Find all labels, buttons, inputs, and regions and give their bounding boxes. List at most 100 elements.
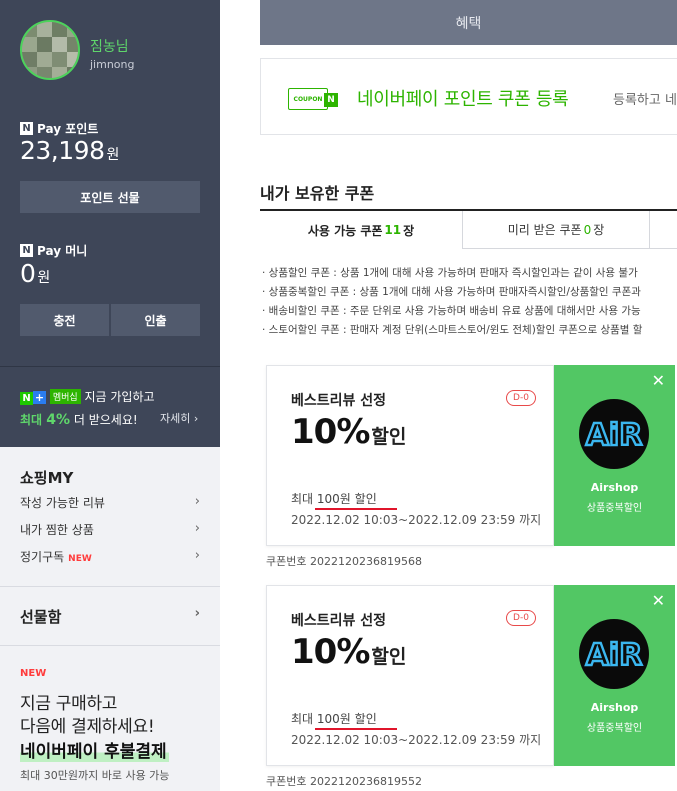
tab-usable-coupons[interactable]: 사용 가능 쿠폰 11 장	[260, 211, 462, 249]
coupon-type: 상품중복할인	[586, 723, 643, 734]
tab-label: 사용 가능 쿠폰	[307, 223, 383, 238]
coupon-register-desc: 등록하고 네	[613, 93, 677, 108]
svg-text:AiR: AiR	[586, 418, 643, 453]
coupon-rate: 10% 할인	[291, 412, 406, 452]
coupon-rate-label: 할인	[371, 646, 407, 668]
divider	[0, 366, 220, 367]
svg-text:AiR: AiR	[586, 638, 643, 673]
tab-label: 미리 받은 쿠폰	[507, 223, 582, 237]
sidebar-item-label: 정기구독	[20, 550, 65, 564]
coupon-register-title: 네이버페이 포인트 쿠폰 등록	[357, 89, 569, 110]
membership-pct: 4%	[46, 412, 71, 428]
note-item: · 상품중복할인 쿠폰 : 상품 1개에 대해 사용 가능하며 판매자즉시할인/…	[262, 286, 641, 298]
dday-badge: D-0	[506, 390, 536, 406]
membership-suffix: 더 받으세요!	[70, 413, 138, 427]
membership-line1: 지금 가입하고	[84, 390, 155, 404]
tab-count: 0	[583, 222, 592, 237]
airshop-logo-icon: AiR	[579, 619, 649, 689]
coupon-rate: 10% 할인	[291, 632, 406, 672]
withdraw-button[interactable]: 인출	[111, 304, 200, 336]
membership-prefix: 최대	[20, 413, 47, 427]
naver-n-icon: N	[324, 93, 338, 107]
chevron-right-icon: ›	[194, 548, 200, 563]
shopping-my-title: 쇼핑MY	[20, 469, 74, 487]
pay-points-unit: 원	[106, 147, 120, 163]
tab-count: 11	[384, 223, 402, 237]
avatar[interactable]	[20, 20, 80, 80]
coupon-max: 최대 100원 할인	[291, 712, 377, 726]
coupon-rate-value: 10%	[291, 632, 370, 672]
page: 짐농님 jimnong N Pay 포인트 23,198 원 포인트 선물 N P…	[0, 0, 677, 791]
store-name: Airshop	[590, 701, 639, 714]
sidebar-item-label: 내가 찜한 상품	[20, 523, 94, 537]
pay-points-amount: 23,198 원	[20, 136, 119, 165]
divider	[0, 586, 220, 587]
tab-benefit[interactable]: 혜택	[260, 0, 677, 45]
divider	[0, 645, 220, 646]
store-card[interactable]: ✕ AiR Airshop 상품중복할인	[554, 585, 675, 766]
promo-subtext: 최대 30만원까지 바로 사용 가능	[20, 769, 170, 782]
coupon-icon: COUPON N	[288, 88, 338, 110]
tab-unit: 장	[593, 223, 605, 237]
pay-points-label-text: Pay 포인트	[37, 122, 99, 136]
sidebar-item-label: 작성 가능한 리뷰	[20, 496, 105, 510]
pay-points-value: 23,198	[20, 136, 105, 165]
chevron-right-icon: ›	[194, 494, 200, 509]
sidebar-account-panel: 짐농님 jimnong N Pay 포인트 23,198 원 포인트 선물 N P…	[0, 0, 220, 447]
note-item: · 스토어할인 쿠폰 : 판매자 계정 단위(스마트스토어/윈도 전체)할인 쿠…	[262, 324, 643, 336]
close-icon[interactable]: ✕	[652, 373, 665, 389]
promo-line2[interactable]: 다음에 결제하세요!	[20, 712, 155, 737]
membership-badge: 멤버십	[49, 389, 81, 404]
close-icon[interactable]: ✕	[652, 593, 665, 609]
tab-unit: 장	[403, 223, 415, 238]
plus-icon: +	[33, 391, 46, 404]
coupon-number: 쿠폰번호 2022120236819552	[266, 775, 422, 788]
coupon-ticket-icon: COUPON	[288, 88, 328, 110]
store-name: Airshop	[590, 481, 639, 494]
pay-money-label: N Pay 머니	[20, 242, 87, 259]
pay-money-unit: 원	[37, 270, 51, 286]
tab-more[interactable]	[649, 211, 677, 249]
naver-pay-icon: N	[20, 122, 33, 135]
sidebar: 짐농님 jimnong N Pay 포인트 23,198 원 포인트 선물 N P…	[0, 0, 220, 791]
coupon-type: 상품중복할인	[586, 503, 643, 514]
membership-detail-link[interactable]: 자세히 ›	[160, 410, 198, 426]
tab-received-coupons[interactable]: 미리 받은 쿠폰 0장	[462, 211, 649, 249]
sidebar-item-reviews[interactable]: 작성 가능한 리뷰 ›	[20, 494, 200, 511]
promo-new-badge: NEW	[20, 668, 47, 679]
coupon-register-banner[interactable]: COUPON N 네이버페이 포인트 쿠폰 등록 등록하고 네	[260, 58, 677, 135]
red-underline-annotation	[315, 728, 397, 730]
store-card[interactable]: ✕ AiR Airshop 상품중복할인	[554, 365, 675, 546]
note-item: · 상품할인 쿠폰 : 상품 1개에 대해 사용 가능하며 판매자 즉시할인과는…	[262, 267, 638, 279]
coupon-max: 최대 100원 할인	[291, 492, 377, 506]
owned-coupons-title: 내가 보유한 쿠폰	[260, 184, 375, 203]
promo-line1[interactable]: 지금 구매하고	[20, 689, 117, 714]
coupon-card[interactable]: 베스트리뷰 선정 D-0 10% 할인 최대 100원 할인 2022.12.02…	[266, 365, 554, 546]
sidebar-item-subscription[interactable]: 정기구독 NEW ›	[20, 548, 200, 565]
pay-money-amount: 0원	[20, 259, 50, 288]
red-underline-annotation	[315, 508, 397, 510]
membership-promo[interactable]: N + 멤버십 지금 가입하고 최대 4% 더 받으세요!	[20, 388, 155, 428]
dday-badge: D-0	[506, 610, 536, 626]
coupon-number: 쿠폰번호 2022120236819568	[266, 555, 422, 568]
chevron-right-icon: ›	[194, 606, 200, 621]
sidebar-item-giftbox[interactable]: 선물함 ›	[20, 606, 200, 627]
profile-id: jimnong	[90, 58, 135, 71]
charge-button[interactable]: 충전	[20, 304, 109, 336]
chevron-right-icon: ›	[194, 521, 200, 536]
coupon-card[interactable]: 베스트리뷰 선정 D-0 10% 할인 최대 100원 할인 2022.12.02…	[266, 585, 554, 766]
coupon-rate-value: 10%	[291, 412, 370, 452]
giftbox-title: 선물함	[20, 608, 62, 626]
coupon-title: 베스트리뷰 선정	[291, 613, 387, 629]
coupon-notes: · 상품할인 쿠폰 : 상품 1개에 대해 사용 가능하며 판매자 즉시할인과는…	[262, 264, 677, 340]
pay-points-label: N Pay 포인트	[20, 120, 98, 137]
sidebar-item-wishlist[interactable]: 내가 찜한 상품 ›	[20, 521, 200, 538]
coupon-period: 2022.12.02 10:03~2022.12.09 23:59 까지	[291, 513, 542, 527]
point-gift-button[interactable]: 포인트 선물	[20, 181, 200, 213]
promo-title[interactable]: 네이버페이 후불결제	[20, 737, 169, 762]
naver-n-icon: N	[20, 392, 33, 405]
coupon-tabs: 사용 가능 쿠폰 11 장 미리 받은 쿠폰 0장	[260, 209, 677, 249]
coupon-period: 2022.12.02 10:03~2022.12.09 23:59 까지	[291, 733, 542, 747]
coupon-rate-label: 할인	[371, 426, 407, 448]
naver-pay-icon: N	[20, 244, 33, 257]
